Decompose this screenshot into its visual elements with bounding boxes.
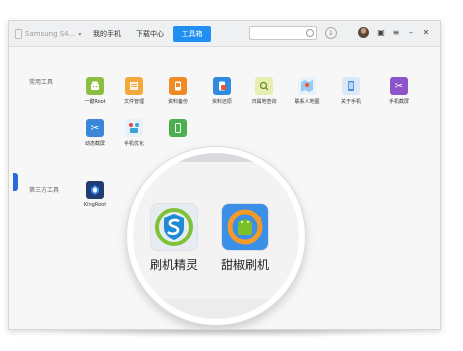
avatar[interactable] bbox=[358, 27, 369, 38]
scissors-icon: ✂ bbox=[86, 119, 104, 137]
shield-s-icon bbox=[151, 204, 197, 250]
search-input[interactable] bbox=[249, 26, 317, 40]
menu-icon[interactable]: ≡ bbox=[391, 27, 401, 38]
tool-about-phone[interactable]: 关于手机 bbox=[327, 77, 375, 105]
tool-screenshot[interactable]: ✂ 手机截屏 bbox=[375, 77, 423, 105]
backup-icon bbox=[169, 77, 187, 95]
phone-info-icon bbox=[342, 77, 360, 95]
phone-transfer-icon bbox=[169, 119, 187, 137]
tool-phone-optimize[interactable]: 手机优化 bbox=[110, 119, 158, 147]
download-icon[interactable]: ↓ bbox=[325, 27, 337, 39]
tool-data-backup[interactable]: 资料备份 bbox=[154, 77, 202, 105]
section-third-party-tools: 第三方工具 bbox=[29, 187, 60, 194]
tool-contacts-map[interactable]: 联系人地图 bbox=[283, 77, 331, 105]
tab-toolbox[interactable]: 工具箱 bbox=[173, 26, 211, 42]
device-selector[interactable]: Samsung S4... ▾ bbox=[15, 27, 81, 41]
tool-tianjiao-shuaji[interactable]: 甜椒刷机 bbox=[215, 204, 275, 273]
chevron-down-icon: ▾ bbox=[78, 30, 82, 38]
tool-kingroot[interactable]: KingRoot bbox=[71, 181, 119, 208]
magnifier-lens: 刷机精灵 甜椒刷机 bbox=[127, 147, 305, 325]
phone-icon bbox=[15, 29, 22, 39]
device-name: Samsung S4... bbox=[25, 30, 76, 38]
lens-bottom-bar bbox=[133, 299, 299, 319]
title-bar: Samsung S4... ▾ 我的手机 下载中心 工具箱 ↓ ▣ ≡ – ✕ bbox=[9, 21, 440, 47]
scissors-icon: ✂ bbox=[390, 77, 408, 95]
tool-file-manager[interactable]: 文件管理 bbox=[110, 77, 158, 105]
tool-location-lookup[interactable]: 归属地查询 bbox=[240, 77, 288, 105]
restore-icon bbox=[213, 77, 231, 95]
lens-top-bar bbox=[133, 153, 299, 162]
folder-icon bbox=[125, 77, 143, 95]
tool-shuaji-jingling[interactable]: 刷机精灵 bbox=[144, 204, 204, 273]
side-handle[interactable] bbox=[13, 173, 18, 191]
main-tabs: 我的手机 下载中心 工具箱 bbox=[87, 26, 211, 42]
close-icon[interactable]: ✕ bbox=[421, 27, 431, 38]
skin-icon[interactable]: ▣ bbox=[376, 27, 386, 38]
optimize-icon bbox=[125, 119, 143, 137]
app-window: Samsung S4... ▾ 我的手机 下载中心 工具箱 ↓ ▣ ≡ – ✕ … bbox=[8, 20, 441, 330]
contacts-map-icon bbox=[298, 77, 316, 95]
kingroot-icon bbox=[86, 181, 104, 199]
search-icon[interactable] bbox=[306, 29, 314, 37]
tool-data-restore[interactable]: 资料还原 bbox=[198, 77, 246, 105]
tab-download-center[interactable]: 下载中心 bbox=[130, 26, 170, 42]
minimize-icon[interactable]: – bbox=[406, 27, 416, 38]
android-refresh-icon bbox=[222, 204, 268, 250]
tool-phone-transfer[interactable] bbox=[154, 119, 202, 140]
tab-my-phone[interactable]: 我的手机 bbox=[87, 26, 127, 42]
android-root-icon bbox=[86, 77, 104, 95]
section-common-tools: 常用工具 bbox=[29, 79, 54, 86]
location-search-icon bbox=[255, 77, 273, 95]
